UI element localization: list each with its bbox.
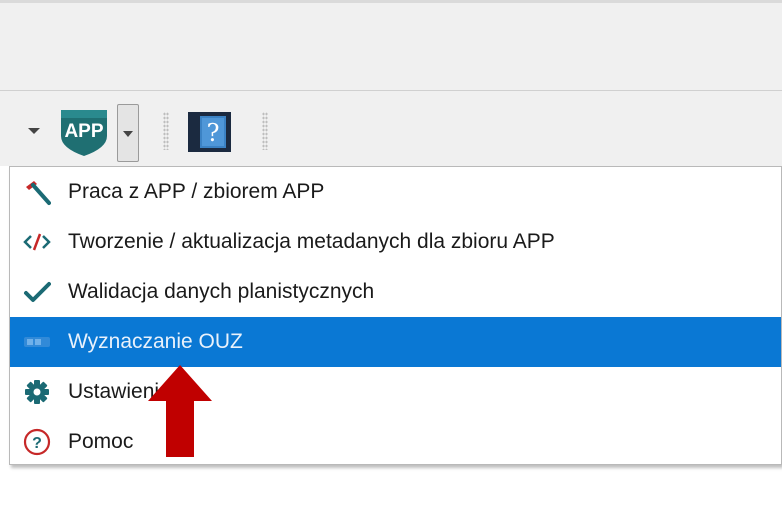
menu-item-praca-z-app[interactable]: Praca z APP / zbiorem APP: [10, 167, 781, 217]
app-shield-icon: APP: [61, 110, 107, 156]
menu-item-label: Walidacja danych planistycznych: [68, 280, 375, 303]
checkmark-icon: [23, 278, 51, 306]
toolbar-grip-handle[interactable]: [163, 112, 169, 150]
menu-item-metadane[interactable]: Tworzenie / aktualizacja metadanych dla …: [10, 217, 781, 267]
menu-item-walidacja[interactable]: Walidacja danych planistycznych: [10, 267, 781, 317]
svg-text:?: ?: [32, 435, 42, 452]
menu-item-label: Pomoc: [68, 430, 134, 453]
menu-item-wyznaczanie-ouz[interactable]: Wyznaczanie OUZ: [10, 317, 781, 367]
previous-tool-dropdown-arrow[interactable]: [28, 128, 40, 134]
menu-item-pomoc[interactable]: ? Pomoc: [10, 417, 781, 467]
ouz-icon: [23, 328, 51, 356]
menu-item-ustawienia[interactable]: Ustawienia: [10, 367, 781, 417]
gear-icon: [23, 378, 51, 406]
chevron-down-icon: [123, 131, 133, 137]
help-circle-icon: ?: [23, 428, 51, 456]
window-header-band: [0, 0, 782, 90]
help-book-button[interactable]: ?: [187, 110, 233, 154]
menu-item-label: Wyznaczanie OUZ: [68, 330, 243, 353]
toolbar-grip-handle[interactable]: [262, 112, 268, 150]
app-icon-text: APP: [64, 121, 103, 142]
pointer-arrow-annotation: [148, 365, 212, 457]
hammer-icon: [23, 178, 51, 206]
menu-item-label: Tworzenie / aktualizacja metadanych dla …: [68, 230, 555, 253]
app-menu-dropdown-button[interactable]: [117, 104, 139, 162]
menu-item-label: Praca z APP / zbiorem APP: [68, 180, 325, 203]
help-book-icon: ?: [188, 112, 231, 152]
app-plugin-button[interactable]: APP: [58, 106, 110, 158]
code-tag-icon: [23, 228, 51, 256]
help-glyph: ?: [207, 119, 220, 147]
app-dropdown-menu: Praca z APP / zbiorem APP Tworzenie / ak…: [9, 166, 782, 465]
